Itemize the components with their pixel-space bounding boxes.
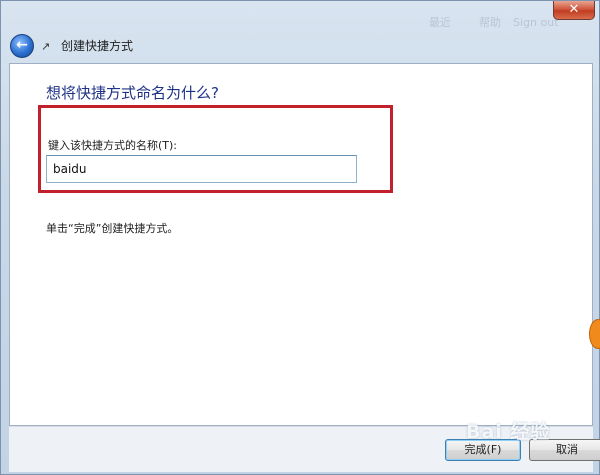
close-icon: ✕ [568, 2, 580, 17]
sign-out-button[interactable]: Sign out [513, 13, 559, 33]
shortcut-icon: ↗ [41, 40, 51, 53]
instruction-text: 单击“完成”创建快捷方式。 [46, 222, 179, 235]
help-button[interactable]: 帮助 [479, 13, 501, 33]
recent-button[interactable]: 最近 [429, 13, 451, 33]
side-orb-decoration [589, 319, 600, 349]
back-arrow-icon: ← [16, 37, 28, 53]
baidu-watermark: Bai 经验 [466, 421, 551, 443]
window-title: 创建快捷方式 [61, 39, 134, 53]
shortcut-name-input[interactable] [46, 155, 357, 183]
wizard-window: 最近 帮助 Sign out ✕ ← ↗ 创建快捷方式 想将快捷方式命名为什么?… [0, 0, 600, 475]
close-button[interactable]: ✕ [553, 1, 595, 20]
page-heading: 想将快捷方式命名为什么? [46, 84, 219, 102]
wizard-content: 想将快捷方式命名为什么? 键入该快捷方式的名称(T): 单击“完成”创建快捷方式… [9, 63, 593, 426]
title-bar: 最近 帮助 Sign out ✕ ← ↗ 创建快捷方式 [1, 1, 600, 63]
shortcut-name-label: 键入该快捷方式的名称(T): [48, 139, 178, 152]
back-button[interactable]: ← [10, 34, 34, 58]
